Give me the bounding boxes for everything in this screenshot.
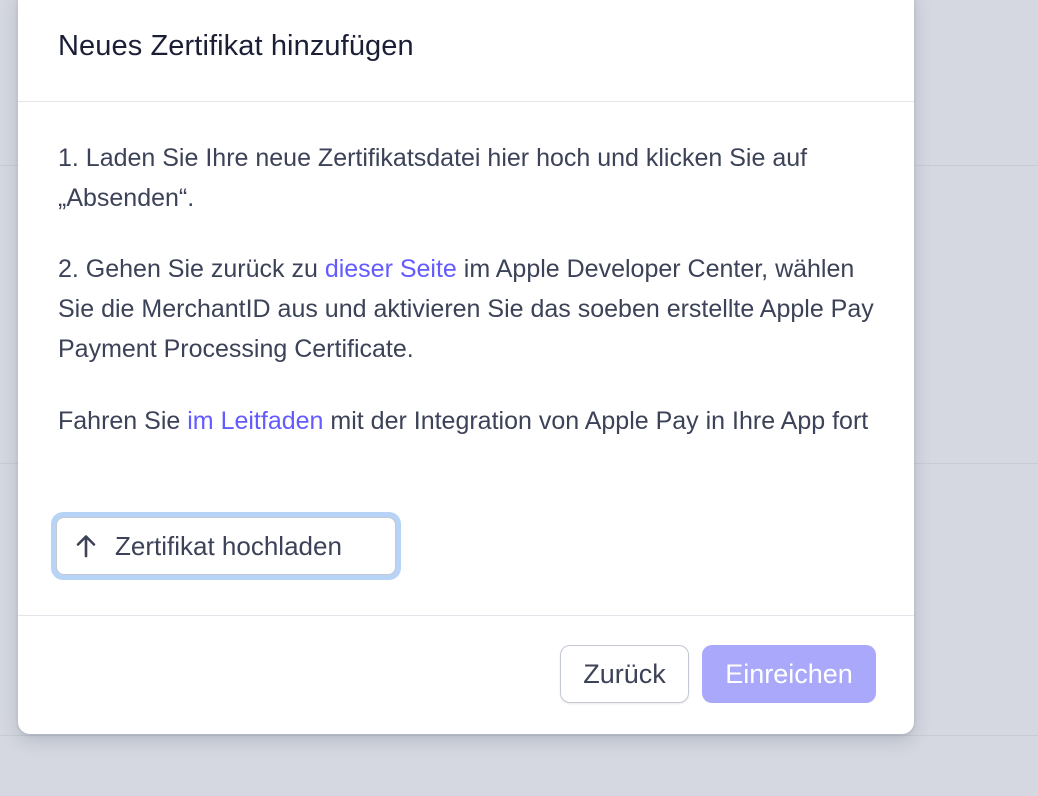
background-divider [0, 735, 1038, 736]
step-2-instruction: 2. Gehen Sie zurück zu dieser Seite im A… [58, 249, 878, 369]
dialog-body: 1. Laden Sie Ihre neue Zertifikatsdatei … [58, 138, 878, 441]
step-2-text-start: 2. Gehen Sie zurück zu [58, 255, 325, 283]
arrow-up-icon [75, 534, 97, 558]
guide-text-start: Fahren Sie [58, 407, 188, 435]
dialog-header: Neues Zertifikat hinzufügen [18, 0, 914, 102]
submit-button[interactable]: Einreichen [702, 645, 876, 703]
back-button[interactable]: Zurück [560, 645, 689, 703]
guide-link[interactable]: im Leitfaden [187, 407, 323, 435]
guide-instruction: Fahren Sie im Leitfaden mit der Integrat… [58, 401, 878, 441]
upload-focus-ring: Zertifikat hochladen [51, 512, 401, 580]
upload-button-label: Zertifikat hochladen [115, 530, 342, 561]
developer-page-link[interactable]: dieser Seite [325, 255, 457, 283]
add-certificate-dialog: Neues Zertifikat hinzufügen 1. Laden Sie… [18, 0, 914, 734]
dialog-title: Neues Zertifikat hinzufügen [58, 30, 414, 62]
dialog-footer: Zurück Einreichen [18, 615, 914, 734]
upload-certificate-button[interactable]: Zertifikat hochladen [56, 517, 396, 575]
step-1-instruction: 1. Laden Sie Ihre neue Zertifikatsdatei … [58, 144, 808, 212]
guide-text-end: mit der Integration von Apple Pay in Ihr… [323, 407, 869, 435]
